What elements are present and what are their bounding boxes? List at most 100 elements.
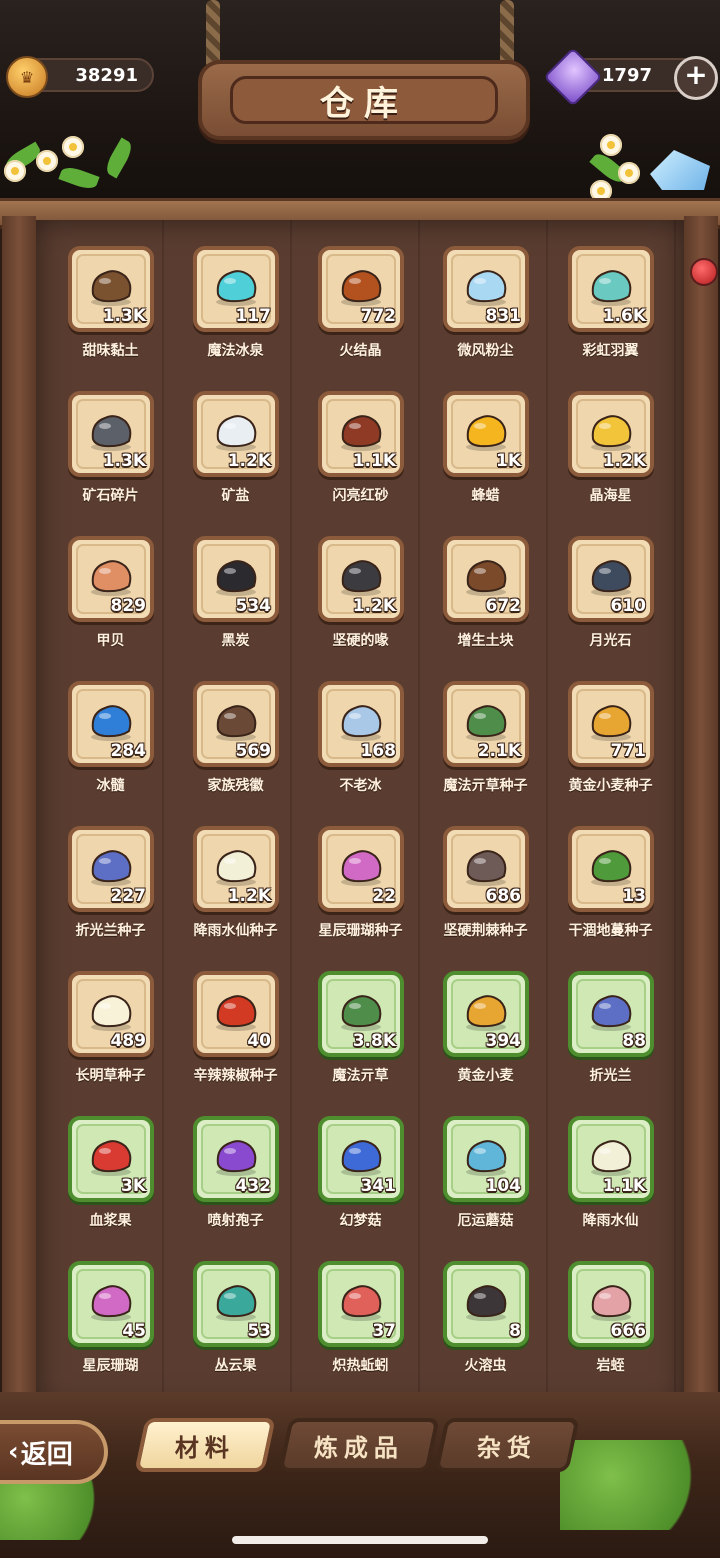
item-card[interactable]: 432 [193,1116,279,1202]
item-card[interactable]: 1.3K [68,391,154,477]
item-count: 1.1K [602,1176,646,1196]
item-card[interactable]: 40 [193,971,279,1057]
inventory-item[interactable]: 88 折光兰 [548,961,673,1106]
item-count: 831 [485,306,522,326]
inventory-item[interactable]: 1.2K 坚硬的喙 [298,526,423,671]
item-card[interactable]: 3K [68,1116,154,1202]
item-card[interactable]: 1.2K [193,391,279,477]
item-card[interactable]: 104 [443,1116,529,1202]
inventory-item[interactable]: 569 家族残徽 [173,671,298,816]
inventory-item[interactable]: 489 长明草种子 [48,961,173,1106]
tab-sundries[interactable]: 杂货 [434,1418,580,1472]
item-card[interactable]: 37 [318,1261,404,1347]
item-card[interactable]: 45 [68,1261,154,1347]
tab-materials[interactable]: 材料 [134,1418,276,1472]
inventory-item[interactable]: 1.3K 矿石碎片 [48,381,173,526]
item-card[interactable]: 666 [568,1261,654,1347]
inventory-item[interactable]: 432 喷射孢子 [173,1106,298,1251]
inventory-item[interactable]: 829 甲贝 [48,526,173,671]
inventory-item[interactable]: 686 坚硬荆棘种子 [423,816,548,961]
inventory-item[interactable]: 1.2K 晶海星 [548,381,673,526]
inventory-item[interactable]: 1.2K 矿盐 [173,381,298,526]
item-card[interactable]: 13 [568,826,654,912]
charcoal-icon [210,554,262,598]
item-card[interactable]: 394 [443,971,529,1057]
inventory-item[interactable]: 168 不老冰 [298,671,423,816]
inventory-item[interactable]: 610 月光石 [548,526,673,671]
inventory-item[interactable]: 3K 血浆果 [48,1106,173,1251]
item-card[interactable]: 771 [568,681,654,767]
bush-right-decoration [560,1440,720,1530]
inventory-item[interactable]: 534 黑炭 [173,526,298,671]
inventory-item[interactable]: 37 炽热蚯蚓 [298,1251,423,1396]
inventory-item[interactable]: 8 火溶虫 [423,1251,548,1396]
inventory-item[interactable]: 1.3K 甜味黏土 [48,236,173,381]
add-gems-button[interactable]: + [674,56,718,100]
item-card[interactable]: 8 [443,1261,529,1347]
item-card[interactable]: 1.1K [568,1116,654,1202]
item-card[interactable]: 534 [193,536,279,622]
inventory-item[interactable]: 831 微风粉尘 [423,236,548,381]
inventory-item[interactable]: 2.1K 魔法亓草种子 [423,671,548,816]
item-card[interactable]: 489 [68,971,154,1057]
back-button[interactable]: ‹ 返回 [0,1420,108,1484]
item-card[interactable]: 1.2K [568,391,654,477]
wheat-seed-icon [585,699,637,743]
item-card[interactable]: 2.1K [443,681,529,767]
item-card[interactable]: 227 [68,826,154,912]
item-name: 厄运蘑菇 [457,1213,514,1229]
inventory-item[interactable]: 1.1K 降雨水仙 [548,1106,673,1251]
inventory-item[interactable]: 341 幻梦菇 [298,1106,423,1251]
inventory-item[interactable]: 227 折光兰种子 [48,816,173,961]
inventory-item[interactable]: 284 冰髓 [48,671,173,816]
inventory-item[interactable]: 772 火结晶 [298,236,423,381]
item-card[interactable]: 284 [68,681,154,767]
item-card[interactable]: 3.8K [318,971,404,1057]
item-card[interactable]: 1K [443,391,529,477]
item-card[interactable]: 569 [193,681,279,767]
item-card[interactable]: 22 [318,826,404,912]
home-indicator[interactable] [232,1536,488,1544]
inventory-item[interactable]: 53 丛云果 [173,1251,298,1396]
inventory-item[interactable]: 1K 蜂蜡 [423,381,548,526]
item-card[interactable]: 341 [318,1116,404,1202]
inventory-item[interactable]: 13 干涸地蔓种子 [548,816,673,961]
item-card[interactable]: 1.2K [193,826,279,912]
inventory-item[interactable]: 1.1K 闪亮红砂 [298,381,423,526]
item-card[interactable]: 88 [568,971,654,1057]
tab-crafted[interactable]: 炼成品 [278,1418,440,1472]
item-card[interactable]: 168 [318,681,404,767]
inventory-item[interactable]: 1.6K 彩虹羽翼 [548,236,673,381]
item-count: 2.1K [477,741,521,761]
item-card[interactable]: 672 [443,536,529,622]
inventory-item[interactable]: 104 厄运蘑菇 [423,1106,548,1251]
inventory-item[interactable]: 666 岩蛭 [548,1251,673,1396]
inventory-item[interactable]: 672 增生土块 [423,526,548,671]
item-name: 火溶虫 [464,1358,507,1374]
item-card[interactable]: 772 [318,246,404,332]
inventory-item[interactable]: 40 辛辣辣椒种子 [173,961,298,1106]
inventory-item[interactable]: 117 魔法冰泉 [173,236,298,381]
item-card[interactable]: 831 [443,246,529,332]
item-card[interactable]: 1.3K [68,246,154,332]
item-name: 幻梦菇 [339,1213,382,1229]
item-card[interactable]: 117 [193,246,279,332]
inventory-item[interactable]: 394 黄金小麦 [423,961,548,1106]
inventory-item[interactable]: 45 星辰珊瑚 [48,1251,173,1396]
item-card[interactable]: 1.6K [568,246,654,332]
item-card[interactable]: 1.1K [318,391,404,477]
inventory-item[interactable]: 3.8K 魔法亓草 [298,961,423,1106]
inventory-item[interactable]: 1.2K 降雨水仙种子 [173,816,298,961]
thorn-seed-icon [460,844,512,888]
item-card[interactable]: 829 [68,536,154,622]
inventory-item[interactable]: 22 星辰珊瑚种子 [298,816,423,961]
inventory-item[interactable]: 771 黄金小麦种子 [548,671,673,816]
item-count: 3K [120,1176,146,1196]
item-card[interactable]: 610 [568,536,654,622]
item-card[interactable]: 1.2K [318,536,404,622]
item-card[interactable]: 53 [193,1261,279,1347]
coin-icon: ♛ [6,56,48,98]
item-card[interactable]: 686 [443,826,529,912]
item-name: 甲贝 [96,633,125,649]
ladybug-icon [690,258,718,286]
